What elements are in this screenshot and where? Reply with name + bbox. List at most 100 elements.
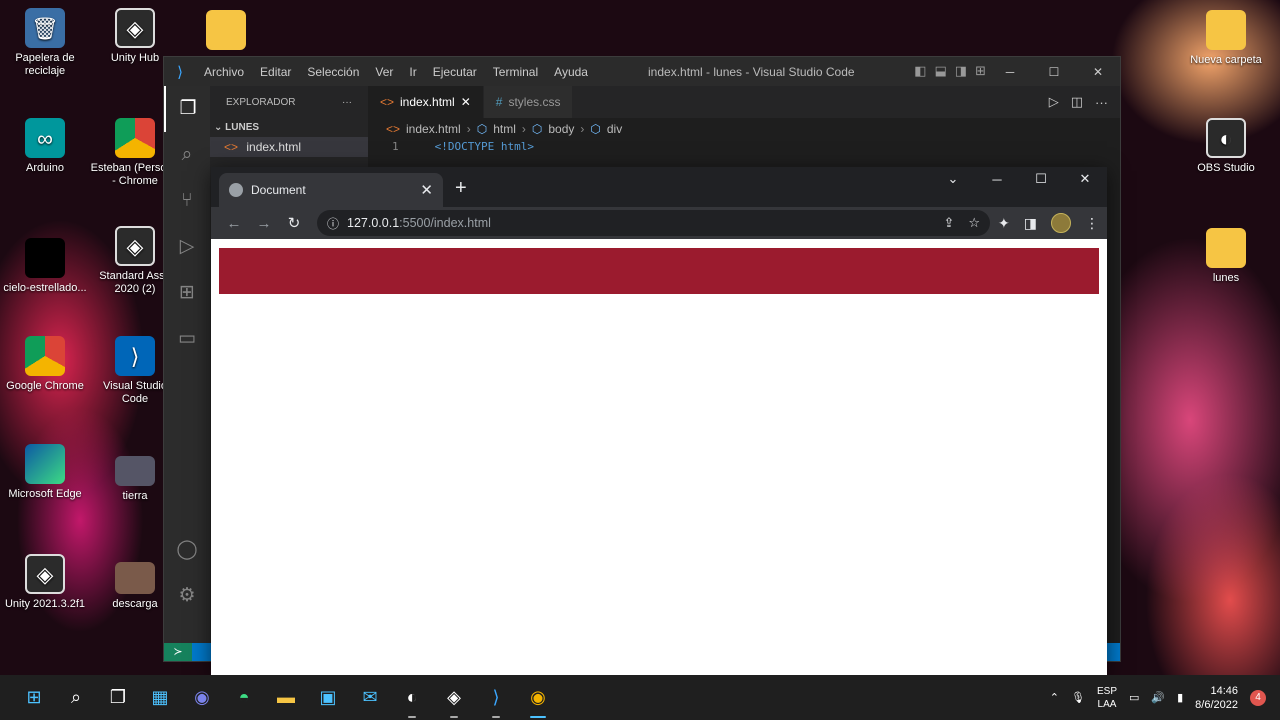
tab-index-html[interactable]: <> index.html ✕ <box>368 86 484 118</box>
explorer-folder-section[interactable]: ⌄ LUNES <box>210 118 368 137</box>
menu-ejecutar[interactable]: Ejecutar <box>425 65 485 79</box>
side-panel-icon[interactable]: ◨ <box>1024 215 1037 232</box>
teams-chat-icon[interactable]: ◉ <box>186 682 218 714</box>
toggle-sidebar-icon[interactable]: ◧ <box>914 63 926 79</box>
browser-tab[interactable]: Document ✕ <box>219 173 443 207</box>
breadcrumb-item[interactable]: div <box>607 122 622 136</box>
close-icon[interactable]: ✕ <box>420 181 433 199</box>
network-icon[interactable]: ▭ <box>1129 691 1139 704</box>
html-file-icon: <> <box>224 140 239 154</box>
desktop-icon-obs[interactable]: ◐ OBS Studio <box>1180 118 1272 175</box>
desktop-icon-label: Microsoft Edge <box>8 488 82 500</box>
volume-icon[interactable]: 🔊 <box>1151 691 1165 704</box>
tab-styles-css[interactable]: # styles.css <box>483 86 574 118</box>
desktop-icon-lunes[interactable]: lunes <box>1180 228 1272 285</box>
desktop-icon-arduino[interactable]: ∞ Arduino <box>0 118 91 175</box>
mail-icon[interactable]: ✉ <box>354 682 386 714</box>
address-bar[interactable]: ⓘ 127.0.0.1 :5500/index.html ⇪ ☆ <box>317 210 991 236</box>
menu-editar[interactable]: Editar <box>252 65 299 79</box>
windows-start-icon[interactable]: ⊞ <box>18 682 50 714</box>
chrome-icon[interactable]: ◉ <box>522 682 554 718</box>
desktop-icon-label: Google Chrome <box>6 380 84 392</box>
breadcrumb-item[interactable]: html <box>493 122 516 136</box>
menu-ayuda[interactable]: Ayuda <box>546 65 596 79</box>
notification-badge[interactable]: 4 <box>1250 689 1266 706</box>
profile-avatar[interactable] <box>1051 213 1071 233</box>
menu-terminal[interactable]: Terminal <box>485 65 546 79</box>
customize-layout-icon[interactable]: ⊞ <box>975 63 986 79</box>
vscode-icon[interactable]: ⟩ <box>480 682 512 718</box>
close-icon[interactable]: ✕ <box>461 95 471 109</box>
remote-indicator-icon[interactable]: ≻ <box>164 643 192 661</box>
desktop-icon-edge[interactable]: Microsoft Edge <box>0 444 91 501</box>
breadcrumb-item[interactable]: index.html <box>406 122 461 136</box>
system-tray: ⌃ 🎙 ESP LAA ▭ 🔊 ▮ 14:46 8/6/2022 4 <box>1050 684 1280 712</box>
microphone-icon[interactable]: 🎙 <box>1071 691 1085 704</box>
extensions-icon[interactable]: ⊞ <box>164 270 210 316</box>
more-actions-icon[interactable]: ··· <box>342 97 352 108</box>
battery-icon[interactable]: ▮ <box>1177 691 1183 704</box>
search-icon[interactable]: ⌕ <box>164 132 210 178</box>
share-icon[interactable]: ⇪ <box>943 215 954 231</box>
extensions-puzzle-icon[interactable]: ✦ <box>998 215 1010 232</box>
chevron-right-icon: › <box>580 122 585 136</box>
task-view-icon[interactable]: ❐ <box>102 682 134 714</box>
menu-archivo[interactable]: Archivo <box>196 65 252 79</box>
breadcrumb: <> index.html › ⬡ html › ⬡ body › ⬡ div <box>368 118 1120 140</box>
site-info-icon[interactable]: ⓘ <box>327 215 339 232</box>
desktop-icon-google-chrome[interactable]: Google Chrome <box>0 336 91 393</box>
desktop-icon-recycle-bin[interactable]: 🗑 Papelera de reciclaje <box>0 8 91 78</box>
edge-icon[interactable]: ◓ <box>228 682 260 714</box>
desktop-icon-nueva-carpeta[interactable]: Nueva carpeta <box>1180 10 1272 67</box>
minimize-icon[interactable]: ─ <box>988 57 1032 86</box>
widgets-icon[interactable]: ▦ <box>144 682 176 714</box>
desktop-icon-cielo[interactable]: cielo-estrellado... <box>0 238 91 295</box>
menu-ver[interactable]: Ver <box>367 65 401 79</box>
run-icon[interactable]: ▷ <box>1049 94 1059 110</box>
breadcrumb-item[interactable]: body <box>548 122 574 136</box>
input-language[interactable]: ESP LAA <box>1097 685 1117 711</box>
maximize-icon[interactable]: ☐ <box>1032 57 1076 86</box>
run-debug-icon[interactable]: ▷ <box>164 224 210 270</box>
chevron-up-icon[interactable]: ⌃ <box>1050 691 1059 704</box>
unity-icon[interactable]: ◈ <box>438 682 470 718</box>
accounts-icon[interactable]: ◯ <box>164 527 210 573</box>
clock[interactable]: 14:46 8/6/2022 <box>1195 684 1238 712</box>
code-editor[interactable]: 1 <!DOCTYPE html> <box>368 140 1120 153</box>
menu-seleccion[interactable]: Selección <box>299 65 367 79</box>
taskbar-apps: ⊞ ⌕ ❐ ▦ ◉ ◓ ▬ ▣ ✉ ◐ ◈ ⟩ ◉ <box>0 682 554 718</box>
desktop-icon-folder[interactable] <box>180 10 272 54</box>
remote-explorer-icon[interactable]: ▭ <box>164 316 210 362</box>
close-icon[interactable]: ✕ <box>1063 167 1107 191</box>
new-tab-icon[interactable]: + <box>455 177 467 200</box>
toggle-panel-icon[interactable]: ⬓ <box>935 63 947 79</box>
desktop-icon-unity-2021[interactable]: ◈ Unity 2021.3.2f1 <box>0 554 91 611</box>
activity-bottom: ◯ ⚙ <box>164 527 210 619</box>
omnibox-tools: ⇪ ☆ <box>943 215 980 231</box>
clock-time: 14:46 <box>1210 684 1238 697</box>
more-actions-icon[interactable]: ··· <box>1095 95 1108 110</box>
kebab-menu-icon[interactable]: ⋮ <box>1085 215 1099 232</box>
tab-search-icon[interactable]: ⌄ <box>931 167 975 191</box>
split-editor-icon[interactable]: ◫ <box>1071 94 1083 110</box>
close-icon[interactable]: ✕ <box>1076 57 1120 86</box>
store-icon[interactable]: ▣ <box>312 682 344 714</box>
obs-icon[interactable]: ◐ <box>396 682 428 718</box>
source-control-icon[interactable]: ⑂ <box>164 178 210 224</box>
html-file-icon: <> <box>380 95 395 109</box>
bookmark-star-icon[interactable]: ☆ <box>968 215 980 231</box>
minimize-icon[interactable]: ─ <box>975 167 1019 191</box>
toggle-secondary-sidebar-icon[interactable]: ◨ <box>955 63 967 79</box>
search-icon[interactable]: ⌕ <box>60 682 92 714</box>
forward-icon[interactable]: → <box>249 215 279 232</box>
explorer-file-item[interactable]: <> index.html <box>210 137 368 157</box>
back-icon[interactable]: ← <box>219 215 249 232</box>
reload-icon[interactable]: ↻ <box>279 214 309 232</box>
menu-ir[interactable]: Ir <box>401 65 424 79</box>
editor-actions: ▷ ◫ ··· <box>1049 86 1120 118</box>
maximize-icon[interactable]: ☐ <box>1019 167 1063 191</box>
file-explorer-icon[interactable]: ▬ <box>270 682 302 714</box>
explorer-icon[interactable]: ❐ <box>164 86 210 132</box>
gear-icon[interactable]: ⚙ <box>164 573 210 619</box>
vscode-logo-icon: ⟩ <box>177 63 183 81</box>
